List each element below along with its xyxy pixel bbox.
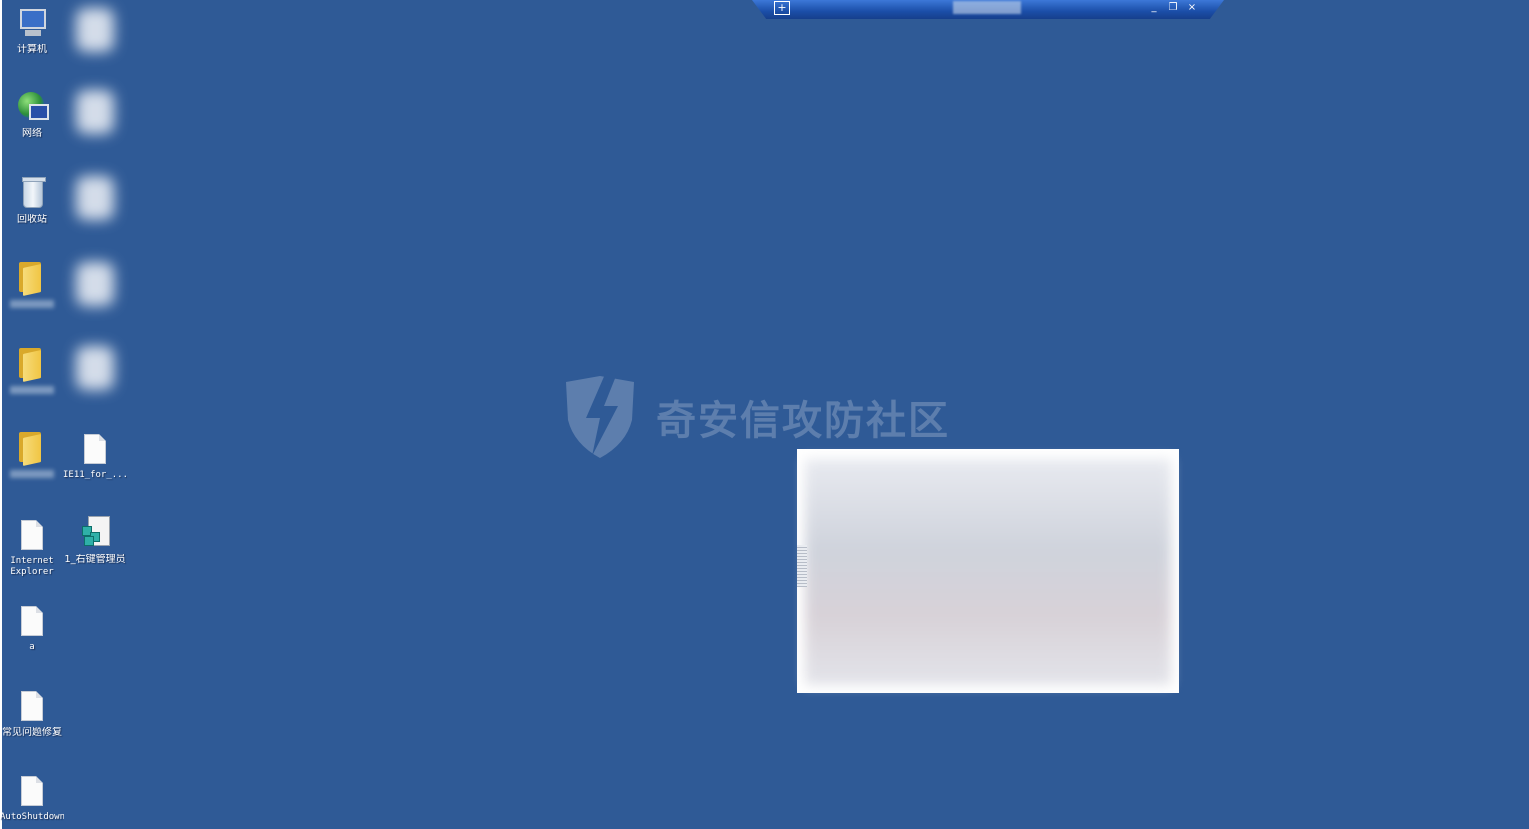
- desktop-icon-internet-explorer[interactable]: Internet Explorer: [0, 518, 64, 578]
- desktop-icon-label: AutoShutdown: [0, 812, 64, 822]
- desktop-icon-network[interactable]: 网络: [0, 90, 64, 139]
- preview-content-blurred: [805, 459, 1171, 685]
- desktop-icon-label: 计算机: [17, 44, 47, 55]
- desktop-icon-label: IE11_for_...: [63, 470, 127, 480]
- desktop-icon-a[interactable]: a: [0, 604, 64, 653]
- file-icon: [78, 432, 112, 468]
- desktop-icon-label: 常见问题修复: [2, 727, 62, 738]
- file-icon: [15, 689, 49, 725]
- desktop-icon-label: 网络: [22, 128, 42, 139]
- desktop-icon-blurred[interactable]: [63, 0, 127, 70]
- desktop-icon-blurred[interactable]: [63, 338, 127, 408]
- desktop-icon-blurred[interactable]: [63, 254, 127, 324]
- close-button[interactable]: ×: [1185, 1, 1199, 15]
- desktop-icon-blurred[interactable]: [63, 82, 127, 152]
- desktop-icon-blurred[interactable]: [63, 168, 127, 238]
- desktop-icon-label: Internet Explorer: [10, 556, 54, 577]
- desktop-icon-folder-2[interactable]: [0, 346, 64, 394]
- watermark-text: 奇安信攻防社区: [656, 398, 950, 444]
- desktop-icon-folder-3[interactable]: [0, 430, 64, 478]
- connection-title-blurred: [953, 1, 1021, 14]
- desktop-icon-folder-1[interactable]: [0, 260, 64, 308]
- desktop-icon-registry-admin[interactable]: 1_右键管理员: [63, 516, 127, 565]
- desktop-icon-label: 1_右键管理员: [64, 554, 126, 565]
- file-icon: [15, 604, 49, 640]
- file-icon: [15, 518, 49, 554]
- folder-icon: [15, 430, 49, 466]
- folder-icon: [15, 260, 49, 296]
- minimize-button[interactable]: _: [1147, 1, 1161, 15]
- desktop-icon-faq-fix[interactable]: 常见问题修复: [0, 689, 64, 738]
- watermark-shield-icon: [566, 372, 634, 458]
- network-icon: [15, 90, 49, 126]
- desktop-icon-recycle-bin[interactable]: 回收站: [0, 176, 64, 225]
- folder-icon: [15, 346, 49, 382]
- registry-file-icon: [78, 516, 112, 552]
- computer-icon: [15, 6, 49, 42]
- preview-resize-handle[interactable]: [797, 545, 807, 587]
- restore-button[interactable]: ❐: [1166, 1, 1180, 15]
- blurred-label: [10, 470, 54, 478]
- desktop-icon-computer[interactable]: 计算机: [0, 6, 64, 55]
- desktop-icon-label: 回收站: [17, 214, 47, 225]
- pin-button[interactable]: +: [774, 1, 790, 15]
- blurred-label: [10, 300, 54, 308]
- recycle-bin-icon: [15, 176, 49, 212]
- blurred-label: [10, 386, 54, 394]
- file-icon: [15, 774, 49, 810]
- desktop-icon-ie11-installer[interactable]: IE11_for_...: [63, 432, 127, 481]
- preview-window[interactable]: [797, 449, 1179, 693]
- desktop-icon-autoshutdown[interactable]: AutoShutdown: [0, 774, 64, 823]
- desktop-icon-label: a: [29, 642, 35, 652]
